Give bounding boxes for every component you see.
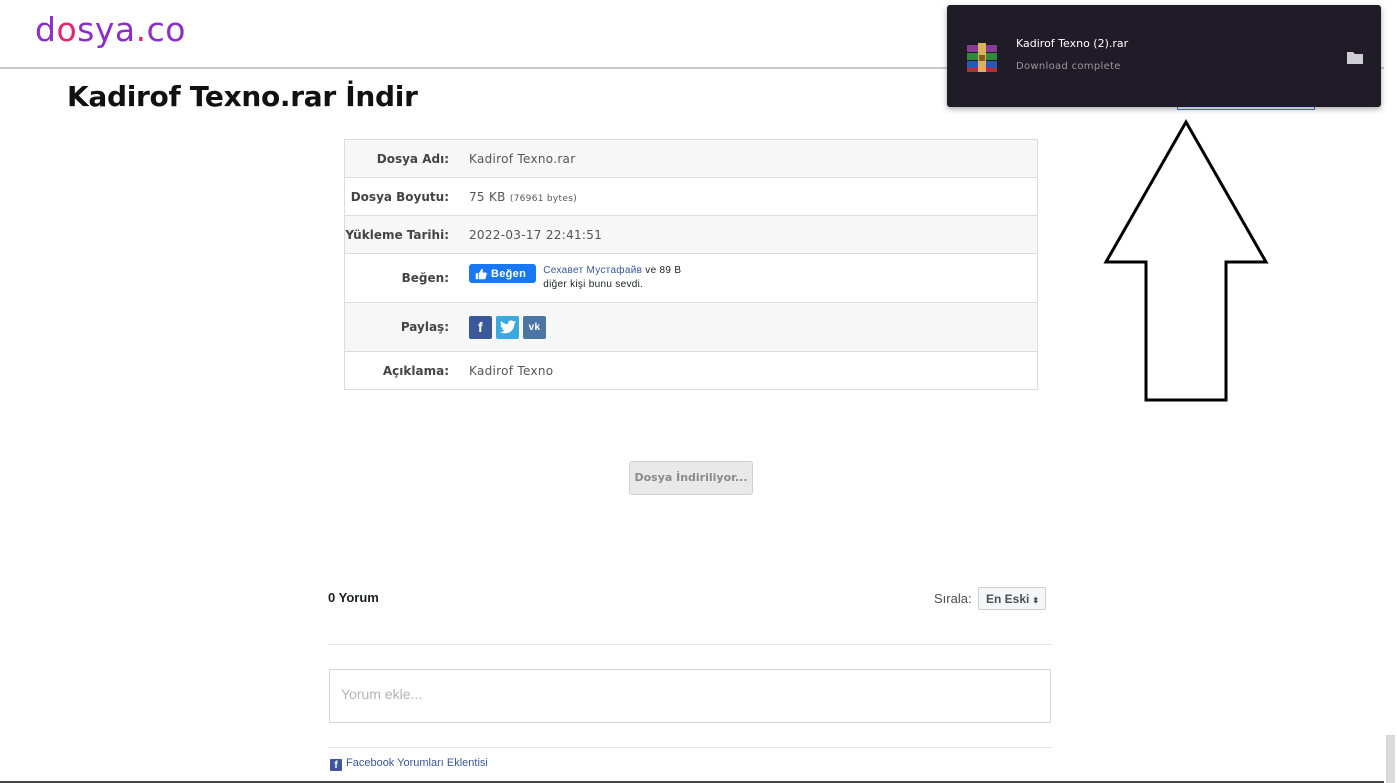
logo-co: co (146, 10, 186, 49)
info-label: Dosya Boyutu: (350, 189, 449, 204)
share-buttons: f vk (469, 315, 1037, 339)
info-value: 2022-03-17 22:41:51 (469, 227, 603, 242)
like-line2: diğer kişi bunu sevdi. (543, 279, 644, 290)
sort-select[interactable]: En Eski ⬍ (978, 587, 1046, 610)
sort-value: En Eski (986, 592, 1030, 606)
file-info-table: Dosya Adı: Kadirof Texno.rar Dosya Boyut… (344, 139, 1038, 390)
divider (328, 747, 1051, 748)
info-label: Paylaş: (400, 320, 449, 334)
info-row-filesize: Dosya Boyutu: 75 KB (76961 bytes) (345, 177, 1037, 215)
like-social-text: Сехавет Мустафайв ve 89 B diğer kişi bunu… (543, 264, 681, 292)
like-button-label: Beğen (491, 267, 527, 280)
logo-d: d (35, 10, 57, 49)
folder-icon[interactable] (1347, 51, 1363, 64)
info-row-upload-date: Yükleme Tarihi: 2022-03-17 22:41:51 (345, 215, 1037, 253)
thumbs-up-icon (475, 268, 487, 279)
info-value: Kadirof Texno.rar (469, 151, 576, 166)
like-widget: Beğen Сехавет Мустафайв ve 89 B diğer kiş… (469, 264, 1037, 292)
comment-count: 0 Yorum (328, 590, 379, 605)
vk-share-icon[interactable]: vk (523, 315, 546, 339)
logo-dot: . (135, 10, 147, 49)
download-file-name[interactable]: Kadirof Texno (2).rar (1016, 37, 1128, 50)
info-label: Yükleme Tarihi: (345, 227, 449, 242)
info-value: Kadirof Texno (469, 363, 554, 378)
filesize-kb: 75 KB (469, 189, 506, 204)
facebook-comments-plugin-link[interactable]: f Facebook Yorumları Eklentisi (330, 757, 488, 771)
download-button[interactable]: Dosya İndiriliyor... (629, 461, 753, 495)
scrollbar-thumb[interactable] (1386, 735, 1395, 783)
info-row-filename: Dosya Adı: Kadirof Texno.rar (345, 140, 1037, 177)
select-arrows-icon: ⬍ (1032, 596, 1040, 605)
facebook-icon: f (330, 759, 342, 771)
facebook-share-icon[interactable]: f (469, 315, 492, 339)
logo-sya: sya (77, 10, 136, 49)
info-row-share: Paylaş: f vk (345, 302, 1037, 351)
page-title: Kadirof Texno.rar İndir (67, 80, 418, 113)
sort-label: Sırala: (934, 591, 972, 606)
logo-o: o (56, 10, 78, 49)
twitter-share-icon[interactable] (496, 315, 519, 339)
info-row-description: Açıklama: Kadirof Texno (345, 351, 1037, 389)
filesize-bytes: (76961 bytes) (509, 193, 578, 204)
like-count-suffix: ve 89 B (642, 265, 682, 276)
liker-name[interactable]: Сехавет Мустафайв (543, 265, 642, 276)
divider (328, 644, 1051, 645)
winrar-archive-icon[interactable] (966, 42, 998, 73)
info-label: Dosya Adı: (376, 151, 449, 166)
scrollbar-track[interactable] (1384, 0, 1397, 783)
comment-input[interactable]: Yorum ekle... (329, 669, 1051, 723)
download-status: Download complete (1016, 61, 1121, 72)
info-label: Beğen: (401, 271, 449, 285)
site-logo[interactable]: dosya.co (35, 10, 186, 50)
download-popup (947, 5, 1381, 107)
info-label: Açıklama: (382, 363, 449, 378)
info-value: 75 KB (76961 bytes) (469, 190, 1037, 204)
up-arrow-annotation (1103, 118, 1269, 402)
facebook-like-button[interactable]: Beğen (469, 264, 537, 283)
info-row-like: Beğen: Beğen Сехавет Мустафайв ve 89 B di… (345, 253, 1037, 302)
plugin-label: Facebook Yorumları Eklentisi (346, 757, 488, 769)
